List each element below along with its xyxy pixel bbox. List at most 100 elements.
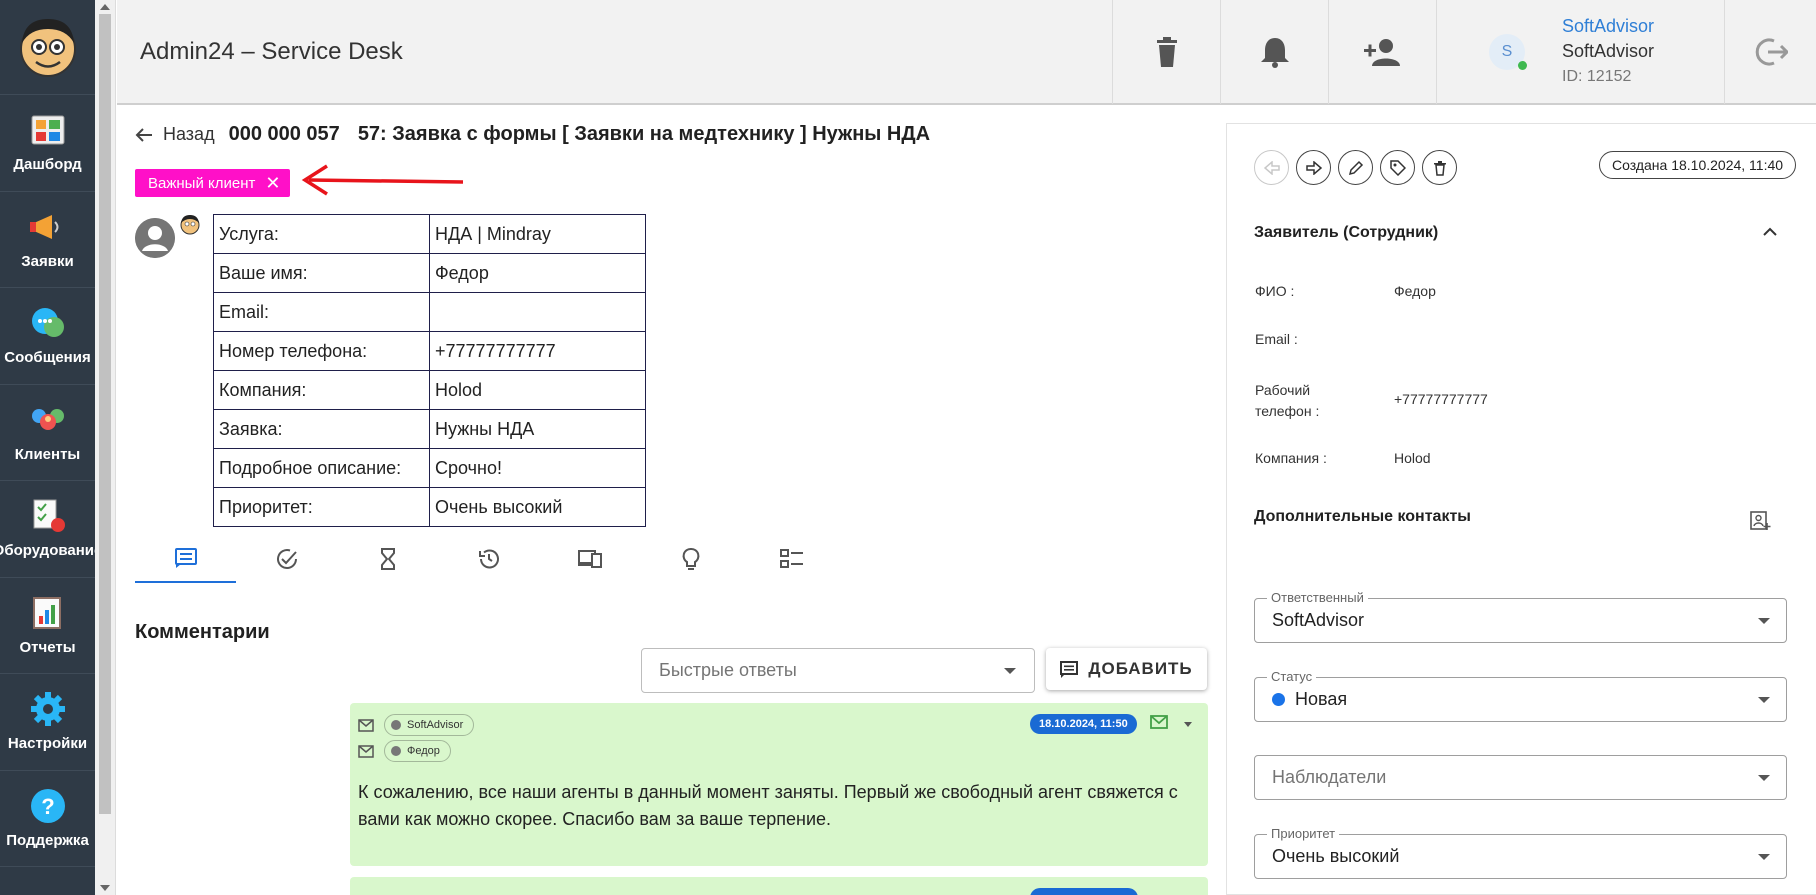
- form-row-value: Срочно!: [429, 448, 646, 488]
- status-label: Статус: [1267, 669, 1317, 684]
- form-row-key: Приоритет:: [213, 487, 430, 527]
- observers-placeholder: Наблюдатели: [1272, 767, 1387, 787]
- scroll-up-arrow-icon[interactable]: [100, 4, 110, 10]
- mascot-icon: [180, 215, 200, 235]
- message-menu-chevron-icon[interactable]: [1184, 722, 1192, 727]
- equipment-icon: [30, 498, 66, 534]
- form-row: Подробное описание: Срочно!: [213, 448, 646, 488]
- form-row-key: Заявка:: [213, 409, 430, 449]
- main-sidebar: Дашборд Заявки Сообщения Клиенты Оборудо…: [0, 0, 95, 895]
- form-row-key: Email:: [213, 292, 430, 332]
- comment-message-2: [350, 877, 1208, 895]
- edit-button[interactable]: [1338, 150, 1373, 185]
- chevron-up-icon[interactable]: [1763, 227, 1777, 236]
- nav-settings[interactable]: Настройки: [0, 674, 95, 771]
- gear-icon: [30, 691, 66, 727]
- trash-icon: [1433, 160, 1446, 176]
- form-row-value: Нужны НДА: [429, 409, 646, 449]
- megaphone-icon: [29, 209, 66, 245]
- requester-section-title: Заявитель (Сотрудник): [1254, 224, 1439, 241]
- dashboard-icon: [30, 112, 66, 148]
- page-scrollbar[interactable]: [95, 0, 116, 895]
- trash-button[interactable]: [1112, 0, 1220, 104]
- observers-select[interactable]: Наблюдатели: [1254, 755, 1787, 800]
- user-name: SoftAdvisor: [1562, 41, 1655, 61]
- logout-icon: [1755, 38, 1788, 65]
- chat-icon: [30, 305, 66, 341]
- field-label-company: Компания :: [1255, 450, 1327, 466]
- nav-label: Клиенты: [14, 445, 81, 463]
- top-header: Admin24 – Service Desk S SoftAdvisor Sof…: [117, 0, 1816, 105]
- mail-outgoing-icon: [358, 718, 374, 732]
- prev-ticket-button[interactable]: [1254, 150, 1289, 185]
- message-date-badge-2: [1030, 888, 1138, 895]
- priority-label: Приоритет: [1267, 826, 1340, 841]
- form-row-key: Услуга:: [213, 214, 430, 254]
- tab-devices[interactable]: [539, 543, 640, 583]
- mail-incoming-icon: [358, 744, 374, 758]
- logo[interactable]: [0, 0, 95, 95]
- requester-avatar: [135, 218, 175, 258]
- mail-sent-icon: [1150, 715, 1168, 729]
- nav-requests[interactable]: Заявки: [0, 192, 95, 288]
- ticket-side-panel: Создана 18.10.2024, 11:40 Заявитель (Сот…: [1226, 123, 1816, 895]
- svg-text:?: ?: [41, 794, 54, 819]
- scroll-down-arrow-icon[interactable]: [100, 885, 110, 891]
- nav-dashboard[interactable]: Дашборд: [0, 95, 95, 192]
- quick-replies-select[interactable]: Быстрые ответы: [641, 648, 1035, 693]
- notifications-button[interactable]: [1220, 0, 1328, 104]
- add-contact-icon[interactable]: [1749, 509, 1771, 531]
- responsible-select[interactable]: Ответственный SoftAdvisor: [1254, 590, 1787, 643]
- form-row: Компания: Holod: [213, 370, 646, 410]
- tab-time[interactable]: [337, 543, 438, 583]
- back-link[interactable]: Назад: [135, 124, 215, 145]
- person-icon: [135, 218, 175, 258]
- form-row-value: [429, 292, 646, 332]
- tab-checklist[interactable]: [741, 543, 842, 583]
- tab-knowledge[interactable]: [640, 543, 741, 583]
- nav-messages[interactable]: Сообщения: [0, 288, 95, 385]
- created-badge: Создана 18.10.2024, 11:40: [1599, 151, 1797, 179]
- form-row-value: Очень высокий: [429, 487, 646, 527]
- status-dot-icon: [1272, 693, 1285, 706]
- field-label-fio: ФИО :: [1255, 283, 1295, 299]
- avatar[interactable]: S: [1489, 33, 1527, 70]
- form-row-value: +77777777777: [429, 331, 646, 371]
- clients-icon: [30, 402, 66, 438]
- form-row-value: НДА | Mindray: [429, 214, 646, 254]
- reports-icon: [30, 595, 66, 631]
- nav-support[interactable]: ? Поддержка: [0, 771, 95, 867]
- request-form-table: Услуга: НДА | Mindray Ваше имя: Федор Email:…: [213, 214, 646, 527]
- comment-icon: [174, 548, 197, 568]
- nav-label: Сообщения: [4, 349, 91, 367]
- user-link[interactable]: SoftAdvisor: [1562, 14, 1654, 39]
- tag-button[interactable]: [1380, 150, 1415, 185]
- nav-reports[interactable]: Отчеты: [0, 578, 95, 674]
- add-comment-button[interactable]: ДОБАВИТЬ: [1046, 648, 1207, 690]
- tab-tasks[interactable]: [236, 543, 337, 583]
- tag-remove-icon[interactable]: ✕: [265, 173, 280, 194]
- logout-button[interactable]: [1724, 0, 1816, 104]
- field-label-work-phone: Рабочий телефон :: [1255, 382, 1320, 419]
- annotation-arrow-icon: [301, 164, 464, 196]
- scroll-thumb[interactable]: [99, 14, 111, 814]
- chevron-down-icon: [1758, 854, 1770, 860]
- nav-equipment[interactable]: Оборудование: [0, 481, 95, 578]
- message-date-badge: 18.10.2024, 11:50: [1030, 714, 1137, 734]
- pencil-icon: [1348, 160, 1363, 175]
- form-row-key: Номер телефона:: [213, 331, 430, 371]
- add-user-icon: [1363, 38, 1400, 66]
- tab-history[interactable]: [438, 543, 539, 583]
- status-select[interactable]: Статус Новая: [1254, 669, 1787, 722]
- priority-select[interactable]: Приоритет Очень высокий: [1254, 826, 1787, 879]
- nav-label: Отчеты: [19, 638, 76, 656]
- field-value-work-phone: +77777777777: [1394, 391, 1488, 407]
- comment-icon: [1060, 660, 1079, 678]
- nav-clients[interactable]: Клиенты: [0, 385, 95, 481]
- next-ticket-button[interactable]: [1296, 150, 1331, 185]
- delete-button[interactable]: [1422, 150, 1457, 185]
- lightbulb-icon: [682, 548, 699, 570]
- tab-comments[interactable]: [135, 543, 236, 583]
- user-profile[interactable]: S SoftAdvisor SoftAdvisor ID: 12152: [1436, 0, 1724, 104]
- add-user-button[interactable]: [1328, 0, 1436, 104]
